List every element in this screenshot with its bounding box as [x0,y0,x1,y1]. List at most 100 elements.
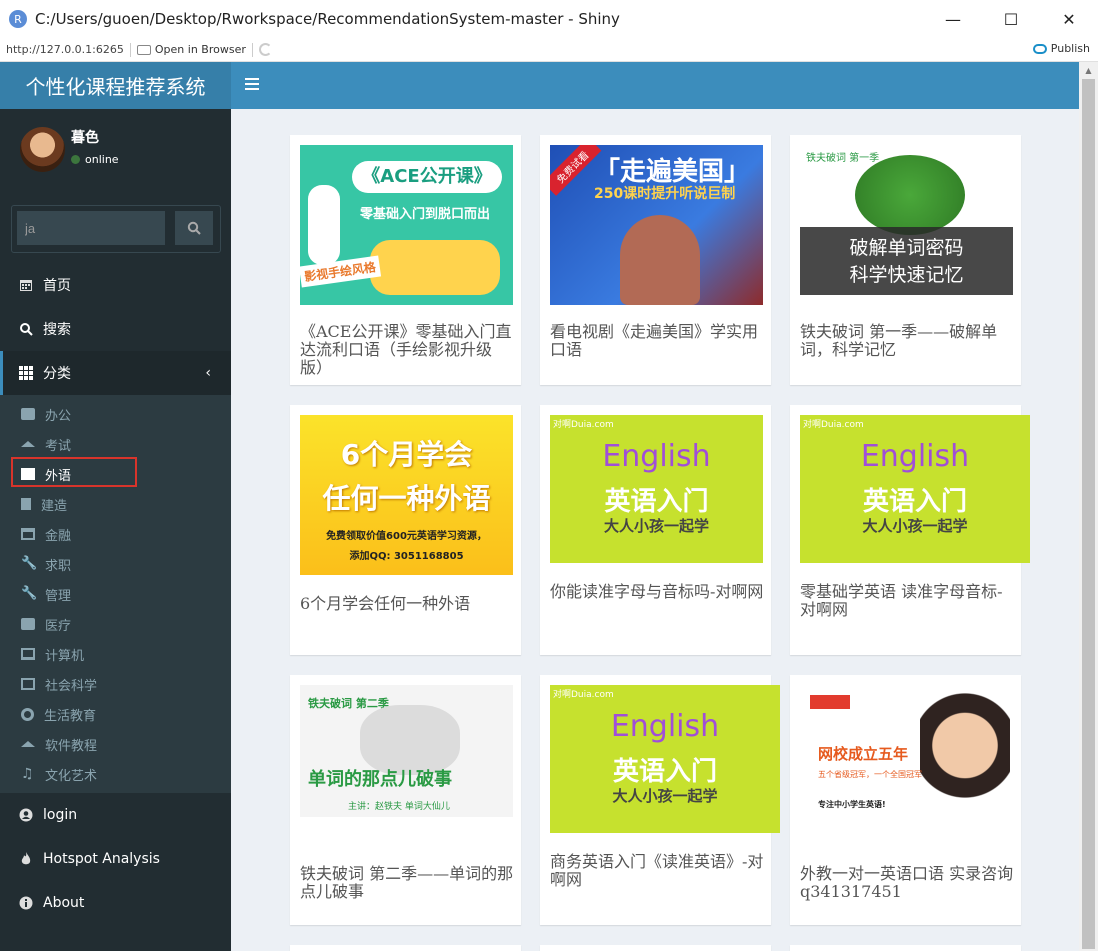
r-app-icon: R [9,10,27,28]
course-card[interactable]: 对啊Duia.com English 英语入门 大人小孩一起学 商务英语入门《读… [540,675,780,925]
url-text: http://127.0.0.1:6265 [6,43,124,56]
wrench-icon: 🔧 [21,586,38,601]
course-title[interactable]: 《ACE公开课》零基础入门直达流利口语（手绘影视升级版） [300,323,515,377]
sidebar-item-search[interactable]: 搜索 [0,307,231,351]
course-thumbnail: 铁夫破词 第二季 单词的那点儿破事 主讲：赵铁夫 单词大仙儿 [300,685,513,817]
brand-logo[interactable]: 个性化课程推荐系统 [0,62,231,109]
share-icon [21,678,35,690]
submenu-item-job[interactable]: 🔧 求职 [0,549,231,579]
search-input[interactable] [17,211,165,245]
user-icon [19,808,33,822]
sidebar-item-login[interactable]: login [0,793,231,837]
scrollbar-thumb[interactable] [1082,79,1095,949]
sidebar-item-label: Hotspot Analysis [43,851,160,867]
course-card[interactable] [790,945,1021,951]
graduation-cap-icon [21,741,35,747]
publish-button[interactable]: Publish [1032,42,1090,55]
bank-icon [21,528,35,540]
submenu-item-management[interactable]: 🔧 管理 [0,579,231,609]
sidebar-item-hotspot[interactable]: Hotspot Analysis [0,837,231,881]
submenu-item-social-science[interactable]: 社会科学 [0,669,231,699]
chevron-left-icon: ‹ [205,365,211,381]
course-card[interactable]: 铁夫破词 第二季 单词的那点儿破事 主讲：赵铁夫 单词大仙儿 铁夫破词 第二季—… [290,675,521,925]
laptop-icon [21,648,35,660]
online-dot-icon [71,155,80,164]
sidebar-item-label: About [43,895,85,911]
briefcase-icon [21,408,35,420]
sidebar-item-category[interactable]: 分类 ‹ [0,351,231,395]
course-thumbnail: 对啊Duia.com English 英语入门 大人小孩一起学 [800,415,1030,563]
course-title[interactable]: 外教一对一英语口语 实录咨询q341317451 [800,865,1015,901]
submenu-item-finance[interactable]: 金融 [0,519,231,549]
submenu-item-office[interactable]: 办公 [0,399,231,429]
course-title[interactable]: 铁夫破词 第一季——破解单词，科学记忆 [800,323,1015,359]
window-title: C:/Users/guoen/Desktop/Rworkspace/Recomm… [35,10,620,28]
course-thumbnail: 《ACE公开课》 零基础入门到脱口而出 影视手绘风格 [300,145,513,305]
open-in-browser-label: Open in Browser [154,43,246,56]
open-in-browser-button[interactable]: Open in Browser [136,43,246,56]
top-navbar [231,62,1079,109]
submenu-item-exam[interactable]: 考试 [0,429,231,459]
course-title[interactable]: 6个月学会任何一种外语 [300,595,515,613]
course-card[interactable]: 对啊Duia.com English 英语入门 大人小孩一起学 零基础学英语 读… [790,405,1030,655]
course-card[interactable]: 6个月学会 任何一种外语 免费领取价值600元英语学习资源， 添加QQ: 305… [290,405,521,655]
course-card[interactable]: 《ACE公开课》 零基础入门到脱口而出 影视手绘风格 《ACE公开课》零基础入门… [290,135,521,385]
sidebar-item-about[interactable]: About [0,881,231,925]
course-card[interactable]: 网校成立五年 五个省级冠军，一个全国冠军 专注中小学生英语! 外教一对一英语口语… [790,675,1021,925]
maximize-button[interactable]: ☐ [982,0,1040,38]
course-card[interactable]: 铁夫破词 第一季 破解单词密码 科学快速记忆 铁夫破词 第一季——破解单词，科学… [790,135,1021,385]
viewer-toolbar: http://127.0.0.1:6265 Open in Browser Pu… [0,38,1098,62]
course-thumbnail: 对啊Duia.com English 英语入门 大人小孩一起学 [550,685,780,833]
course-thumbnail: 网校成立五年 五个省级冠军，一个全国冠军 专注中小学生英语! [800,685,1013,845]
course-thumbnail: 「走遍美国」 250课时提升听说巨制 免费试看 [550,145,763,305]
course-title[interactable]: 商务英语入门《读准英语》-对啊网 [550,853,765,889]
wrench-icon: 🔧 [21,556,38,571]
course-thumbnail: 铁夫破词 第一季 破解单词密码 科学快速记忆 [800,145,1013,305]
grid-icon [19,366,33,380]
publish-icon [1032,43,1047,54]
submenu-item-medical[interactable]: 医疗 [0,609,231,639]
user-panel: 暮色 online [20,127,119,172]
course-card[interactable]: 「走遍美国」 250课时提升听说巨制 免费试看 看电视剧《走遍美国》学实用口语 [540,135,771,385]
course-thumbnail: 6个月学会 任何一种外语 免费领取价值600元英语学习资源， 添加QQ: 305… [300,415,513,575]
course-title[interactable]: 看电视剧《走遍美国》学实用口语 [550,323,765,359]
sidebar-search-form [11,205,221,253]
info-icon [19,896,33,910]
sidebar: 暮色 online 首页 搜索 分类 ‹ [0,109,231,951]
sidebar-item-label: 分类 [43,366,71,382]
user-name: 暮色 [71,130,99,146]
browser-icon [136,44,151,55]
course-card[interactable]: 对啊Duia.com English 英语入门 大人小孩一起学 你能读准字母与音… [540,405,771,655]
life-ring-icon [21,707,34,721]
sidebar-item-home[interactable]: 首页 [0,263,231,307]
sidebar-menu: 首页 搜索 分类 ‹ 办公 考试 外语 建造 金融 🔧 求职 🔧 管理 医疗 计算机… [0,263,231,925]
publish-label: Publish [1050,42,1090,55]
vertical-scrollbar[interactable]: ▲ [1079,62,1098,951]
sidebar-item-label: 首页 [43,278,71,294]
course-card[interactable] [540,945,771,951]
status-label: online [85,153,119,166]
sidebar-item-label: 搜索 [43,322,71,338]
course-title[interactable]: 你能读准字母与音标吗-对啊网 [550,583,765,601]
sidebar-toggle-icon[interactable] [245,78,259,92]
building-icon [21,498,31,510]
minimize-button[interactable]: — [924,0,982,38]
refresh-icon[interactable] [258,43,272,56]
submenu-item-computer[interactable]: 计算机 [0,639,231,669]
selected-highlight-box [11,457,137,487]
course-title[interactable]: 零基础学英语 读准字母音标-对啊网 [800,583,1015,619]
music-icon: ♫ [21,766,34,782]
submenu-item-software[interactable]: 软件教程 [0,729,231,759]
scroll-up-icon[interactable]: ▲ [1079,62,1098,78]
course-title[interactable]: 铁夫破词 第二季——单词的那点儿破事 [300,865,515,901]
graduation-cap-icon [21,441,35,447]
course-thumbnail: 对啊Duia.com English 英语入门 大人小孩一起学 [550,415,763,563]
search-button[interactable] [175,211,213,245]
close-button[interactable]: ✕ [1040,0,1098,38]
course-card[interactable] [290,945,521,951]
user-status: online [71,153,119,166]
submenu-item-life-education[interactable]: 生活教育 [0,699,231,729]
submenu-item-culture-art[interactable]: ♫ 文化艺术 [0,759,231,789]
submenu-item-construction[interactable]: 建造 [0,489,231,519]
sidebar-item-label: login [43,807,78,823]
